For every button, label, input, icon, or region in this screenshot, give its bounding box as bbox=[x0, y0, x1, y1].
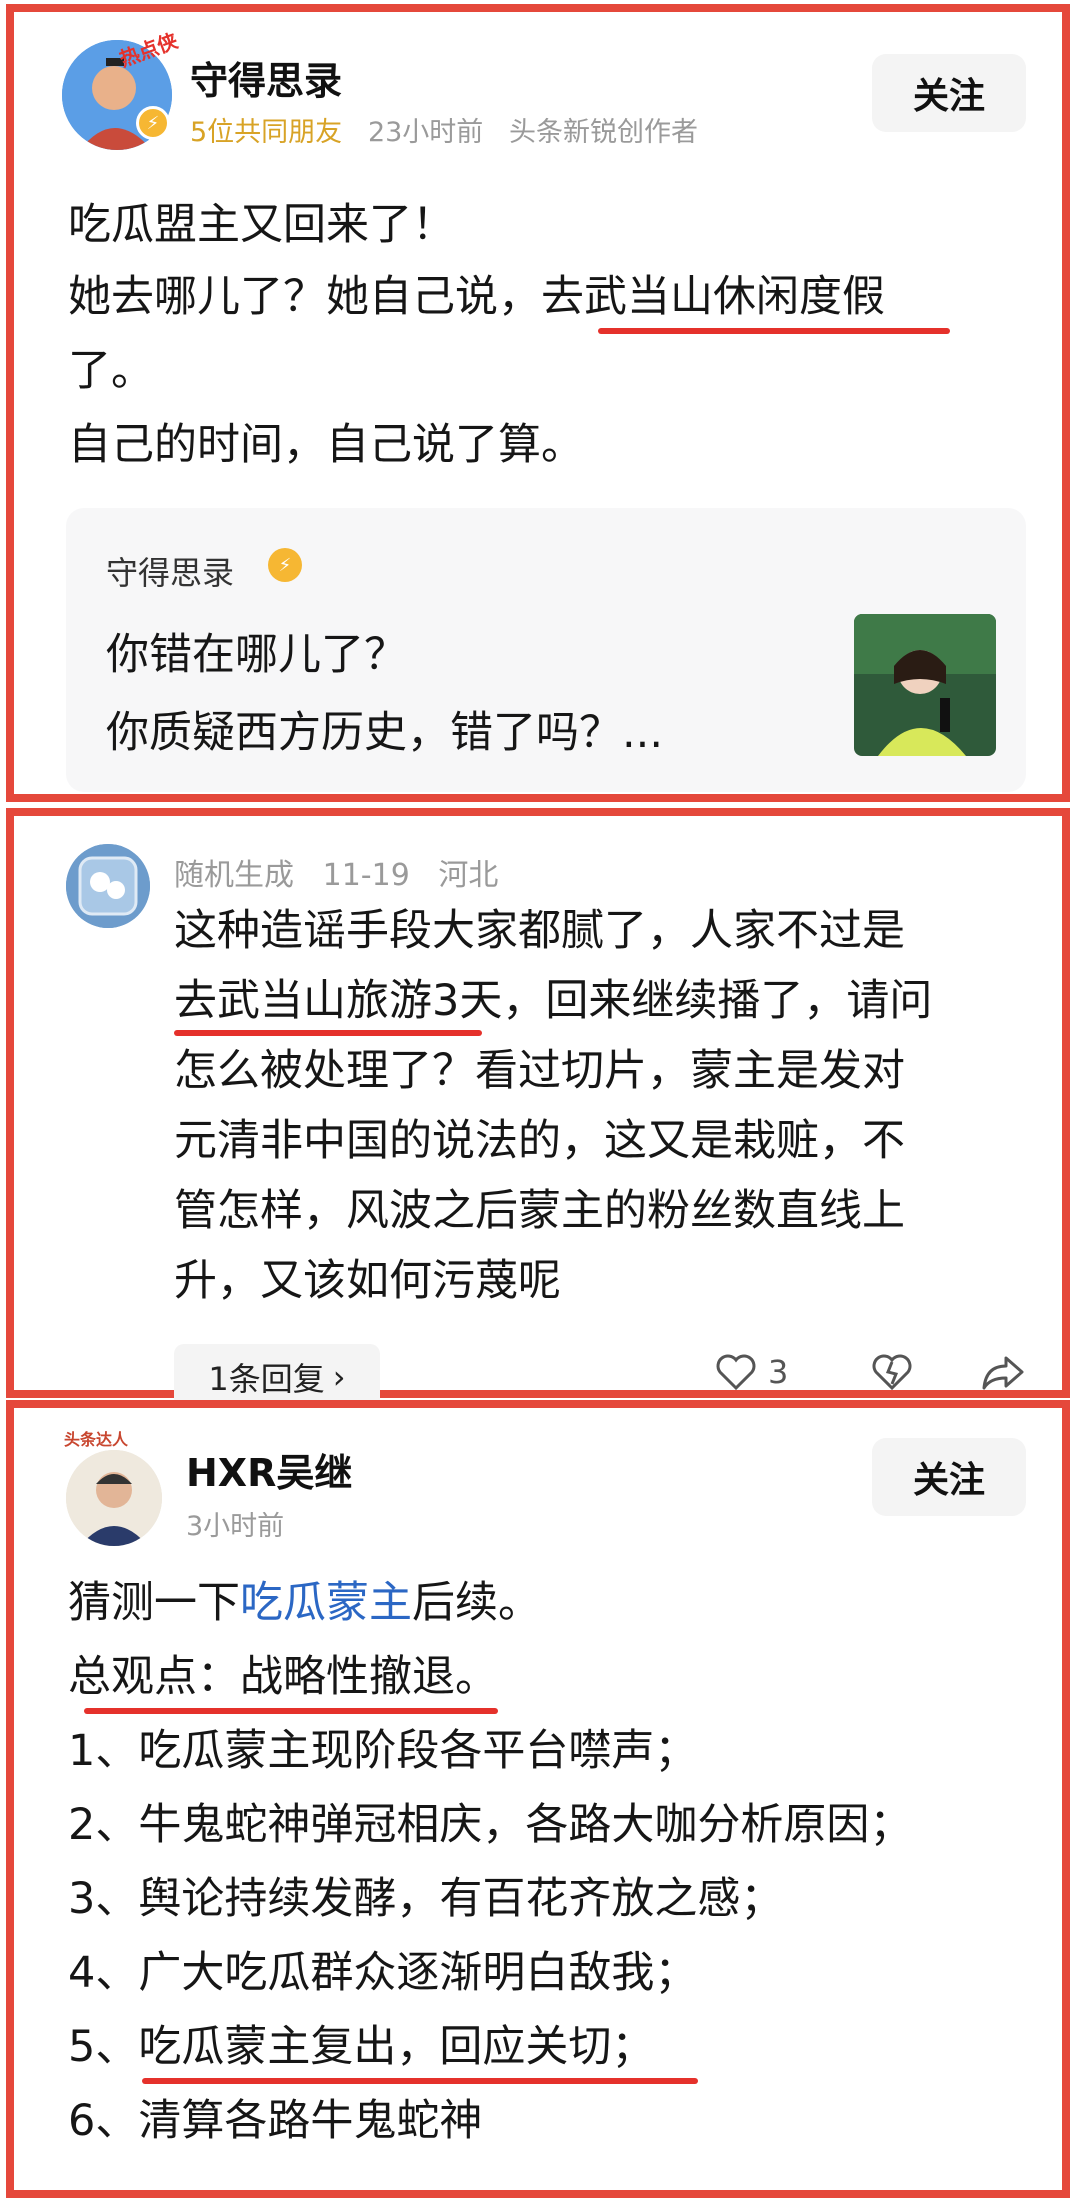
post-text-line: 她去哪儿了？她自己说，去武当山休闲度假 bbox=[68, 272, 885, 322]
post-text-line: 吃瓜盟主又回来了！ bbox=[68, 200, 455, 250]
dislike-button[interactable] bbox=[870, 1352, 914, 1392]
follow-button[interactable]: 关注 bbox=[872, 1438, 1026, 1516]
creator-label: 头条新锐创作者 bbox=[509, 117, 699, 148]
post-card-2: 头条达人 HXR吴继 3小时前 关注 猜测一下吃瓜蒙主后续。 总观点：战略性撤退… bbox=[6, 1400, 1070, 2198]
share-icon bbox=[982, 1356, 1024, 1390]
post-text-line: 5、吃瓜蒙主复出，回应关切； bbox=[68, 2022, 655, 2072]
commenter-avatar[interactable] bbox=[66, 844, 150, 928]
comment-card: 随机生成 11-19 河北 这种造谣手段大家都腻了，人家不过是 去武当山旅游3天… bbox=[6, 808, 1070, 1410]
quoted-text-line: 你质疑西方历史，错了吗？... bbox=[106, 708, 664, 758]
comment-text-line: 去武当山旅游3天，回来继续播了，请问 bbox=[174, 976, 933, 1026]
person-avatar-icon bbox=[66, 1450, 162, 1546]
topic-link[interactable]: 吃瓜蒙主 bbox=[240, 1578, 412, 1628]
text-segment: 猜测一下 bbox=[68, 1578, 240, 1628]
expert-badge: 头条达人 bbox=[64, 1430, 129, 1449]
like-button[interactable]: 3 bbox=[714, 1352, 788, 1392]
author-name[interactable]: HXR吴继 bbox=[186, 1442, 352, 1497]
quoted-text-line: 你错在哪儿了？ bbox=[106, 630, 407, 680]
quoted-author[interactable]: 守得思录 bbox=[106, 548, 234, 594]
chevron-right-icon: › bbox=[332, 1358, 346, 1396]
like-count: 3 bbox=[768, 1353, 789, 1391]
replies-label: 1条回复 bbox=[208, 1360, 325, 1398]
post-meta: 5位共同朋友 23小时前 头条新锐创作者 bbox=[190, 110, 698, 149]
mutual-friends[interactable]: 5位共同朋友 bbox=[190, 117, 342, 148]
comment-date: 11-19 bbox=[322, 858, 410, 893]
heart-icon bbox=[716, 1354, 756, 1391]
post-text-line: 3、舆论持续发酵，有百花齐放之感； bbox=[68, 1874, 784, 1924]
commenter-name[interactable]: 随机生成 bbox=[174, 858, 294, 893]
comment-text-line: 元清非中国的说法的，这又是栽赃，不 bbox=[174, 1116, 905, 1166]
post-text-line: 2、牛鬼蛇神弹冠相庆，各路大咖分析原因； bbox=[68, 1800, 913, 1850]
post-text-line: 1、吃瓜蒙主现阶段各平台噤声； bbox=[68, 1726, 698, 1776]
share-button[interactable] bbox=[980, 1352, 1026, 1392]
highlight-underline bbox=[84, 1708, 498, 1714]
post-time: 3小时前 bbox=[186, 1511, 285, 1542]
highlight-underline bbox=[174, 1030, 482, 1036]
video-thumbnail[interactable] bbox=[854, 614, 996, 756]
comment-text-line: 管怎样，风波之后蒙主的粉丝数直线上 bbox=[174, 1186, 905, 1236]
verified-badge-icon: ⚡ bbox=[268, 548, 302, 582]
text-segment: 后续。 bbox=[412, 1578, 541, 1628]
comment-meta: 随机生成 11-19 河北 bbox=[174, 850, 498, 894]
post-time: 23小时前 bbox=[367, 117, 484, 148]
post-text-line: 总观点：战略性撤退。 bbox=[68, 1652, 498, 1702]
chat-bubble-avatar-icon bbox=[66, 844, 150, 928]
comment-text-line: 怎么被处理了？看过切片，蒙主是发对 bbox=[174, 1046, 905, 1096]
video-thumbnail-image bbox=[854, 614, 996, 756]
post-card-1: 热点侠 ⚡ 守得思录 5位共同朋友 23小时前 头条新锐创作者 关注 吃瓜盟主又… bbox=[6, 4, 1070, 802]
verified-badge-icon: ⚡ bbox=[136, 106, 170, 140]
follow-button[interactable]: 关注 bbox=[872, 54, 1026, 132]
highlight-underline bbox=[598, 328, 950, 334]
comment-text-line: 这种造谣手段大家都腻了，人家不过是 bbox=[174, 906, 905, 956]
comment-text-line: 升，又该如何污蔑呢 bbox=[174, 1256, 561, 1306]
post-text-line: 猜测一下吃瓜蒙主后续。 bbox=[68, 1574, 541, 1632]
author-name[interactable]: 守得思录 bbox=[190, 50, 342, 105]
post-text-line: 了。 bbox=[68, 346, 154, 396]
author-avatar[interactable] bbox=[66, 1450, 162, 1546]
post-text-line: 4、广大吃瓜群众逐渐明白敌我； bbox=[68, 1948, 698, 1998]
comment-location: 河北 bbox=[438, 858, 499, 893]
highlight-underline bbox=[142, 2078, 698, 2084]
quoted-post[interactable]: 守得思录 ⚡ 你错在哪儿了？ 你质疑西方历史，错了吗？... bbox=[66, 508, 1026, 792]
post-text-line: 6、清算各路牛鬼蛇神 bbox=[68, 2096, 483, 2146]
post-text-line: 自己的时间，自己说了算。 bbox=[68, 420, 584, 470]
broken-heart-icon bbox=[872, 1354, 912, 1391]
